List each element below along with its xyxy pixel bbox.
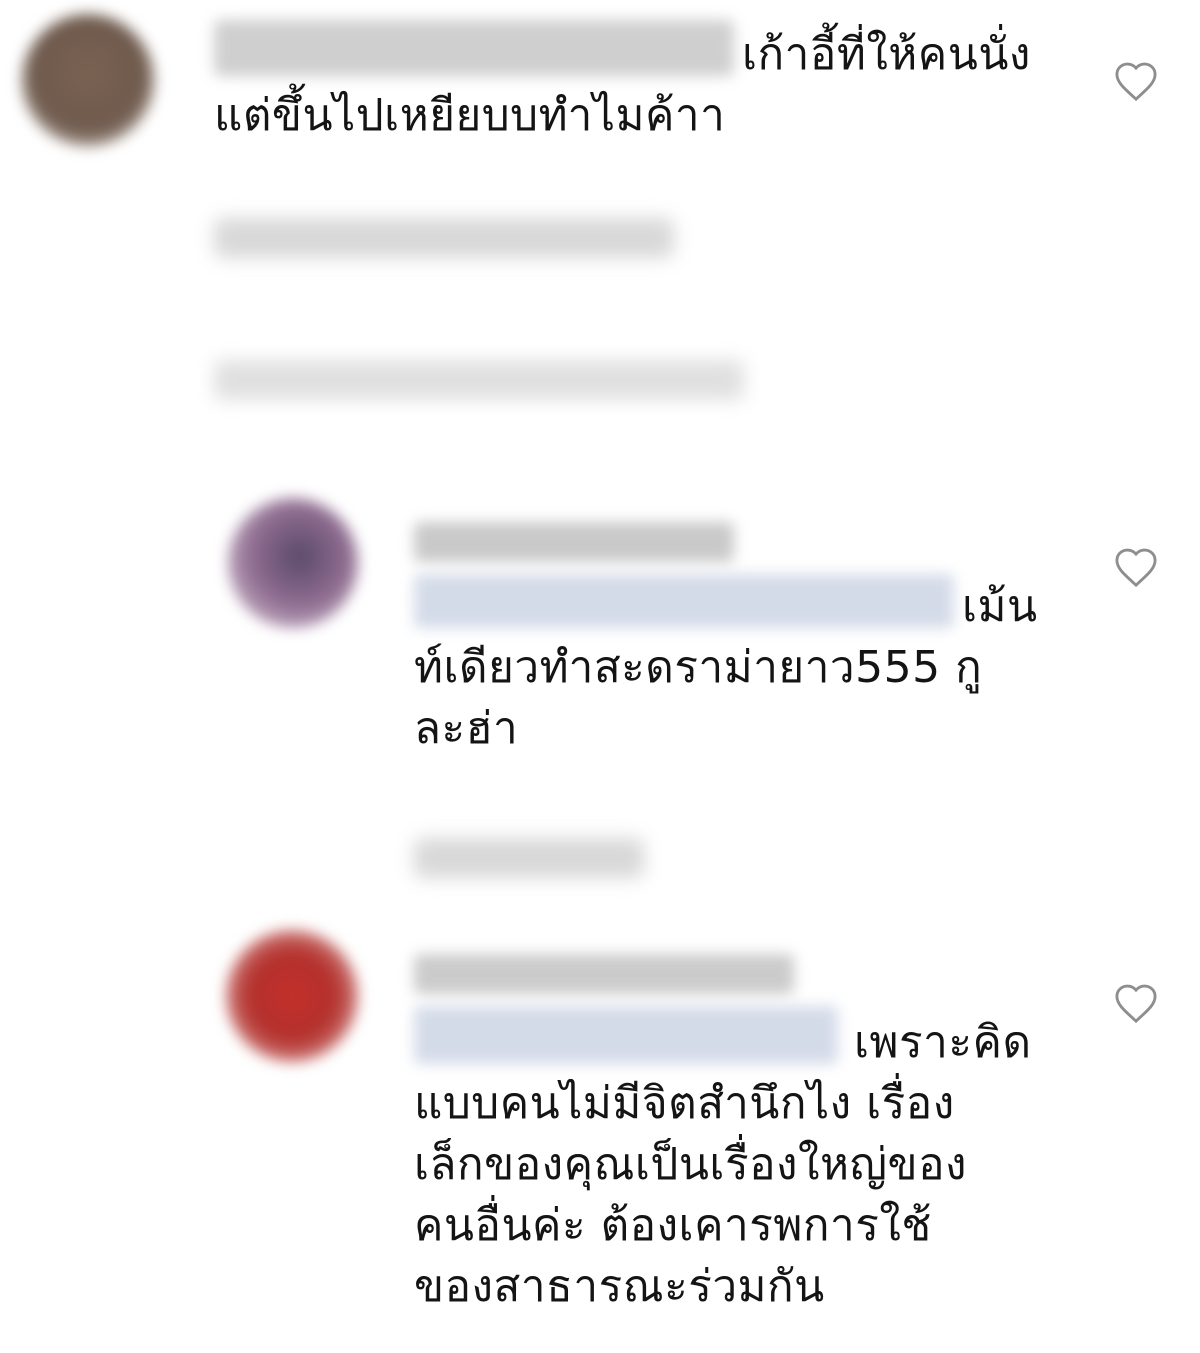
- view-replies-blurred[interactable]: [214, 360, 744, 400]
- avatar[interactable]: [22, 14, 154, 146]
- comment-meta-blurred: [414, 838, 644, 878]
- username-blurred[interactable]: [414, 954, 794, 994]
- comment-text: เม้น ท์เดียวทำสะดราม่ายาว555 กู ละฮ่า: [414, 581, 1038, 754]
- comment-meta-blurred: [214, 218, 674, 258]
- heart-icon[interactable]: [1113, 982, 1159, 1024]
- heart-icon[interactable]: [1113, 546, 1159, 588]
- avatar[interactable]: [226, 930, 358, 1062]
- comment-text: เพราะคิด แบบคนไม่มีจิตสำนึกไง เรื่อง เล็…: [414, 1017, 1032, 1312]
- comment-text: เก้าอี้ที่ให้คนนั่ง แต่ขึ้นไปเหยียบบทำไม…: [214, 29, 1031, 141]
- avatar[interactable]: [228, 498, 358, 628]
- heart-icon[interactable]: [1113, 60, 1159, 102]
- username-blurred[interactable]: [414, 522, 734, 562]
